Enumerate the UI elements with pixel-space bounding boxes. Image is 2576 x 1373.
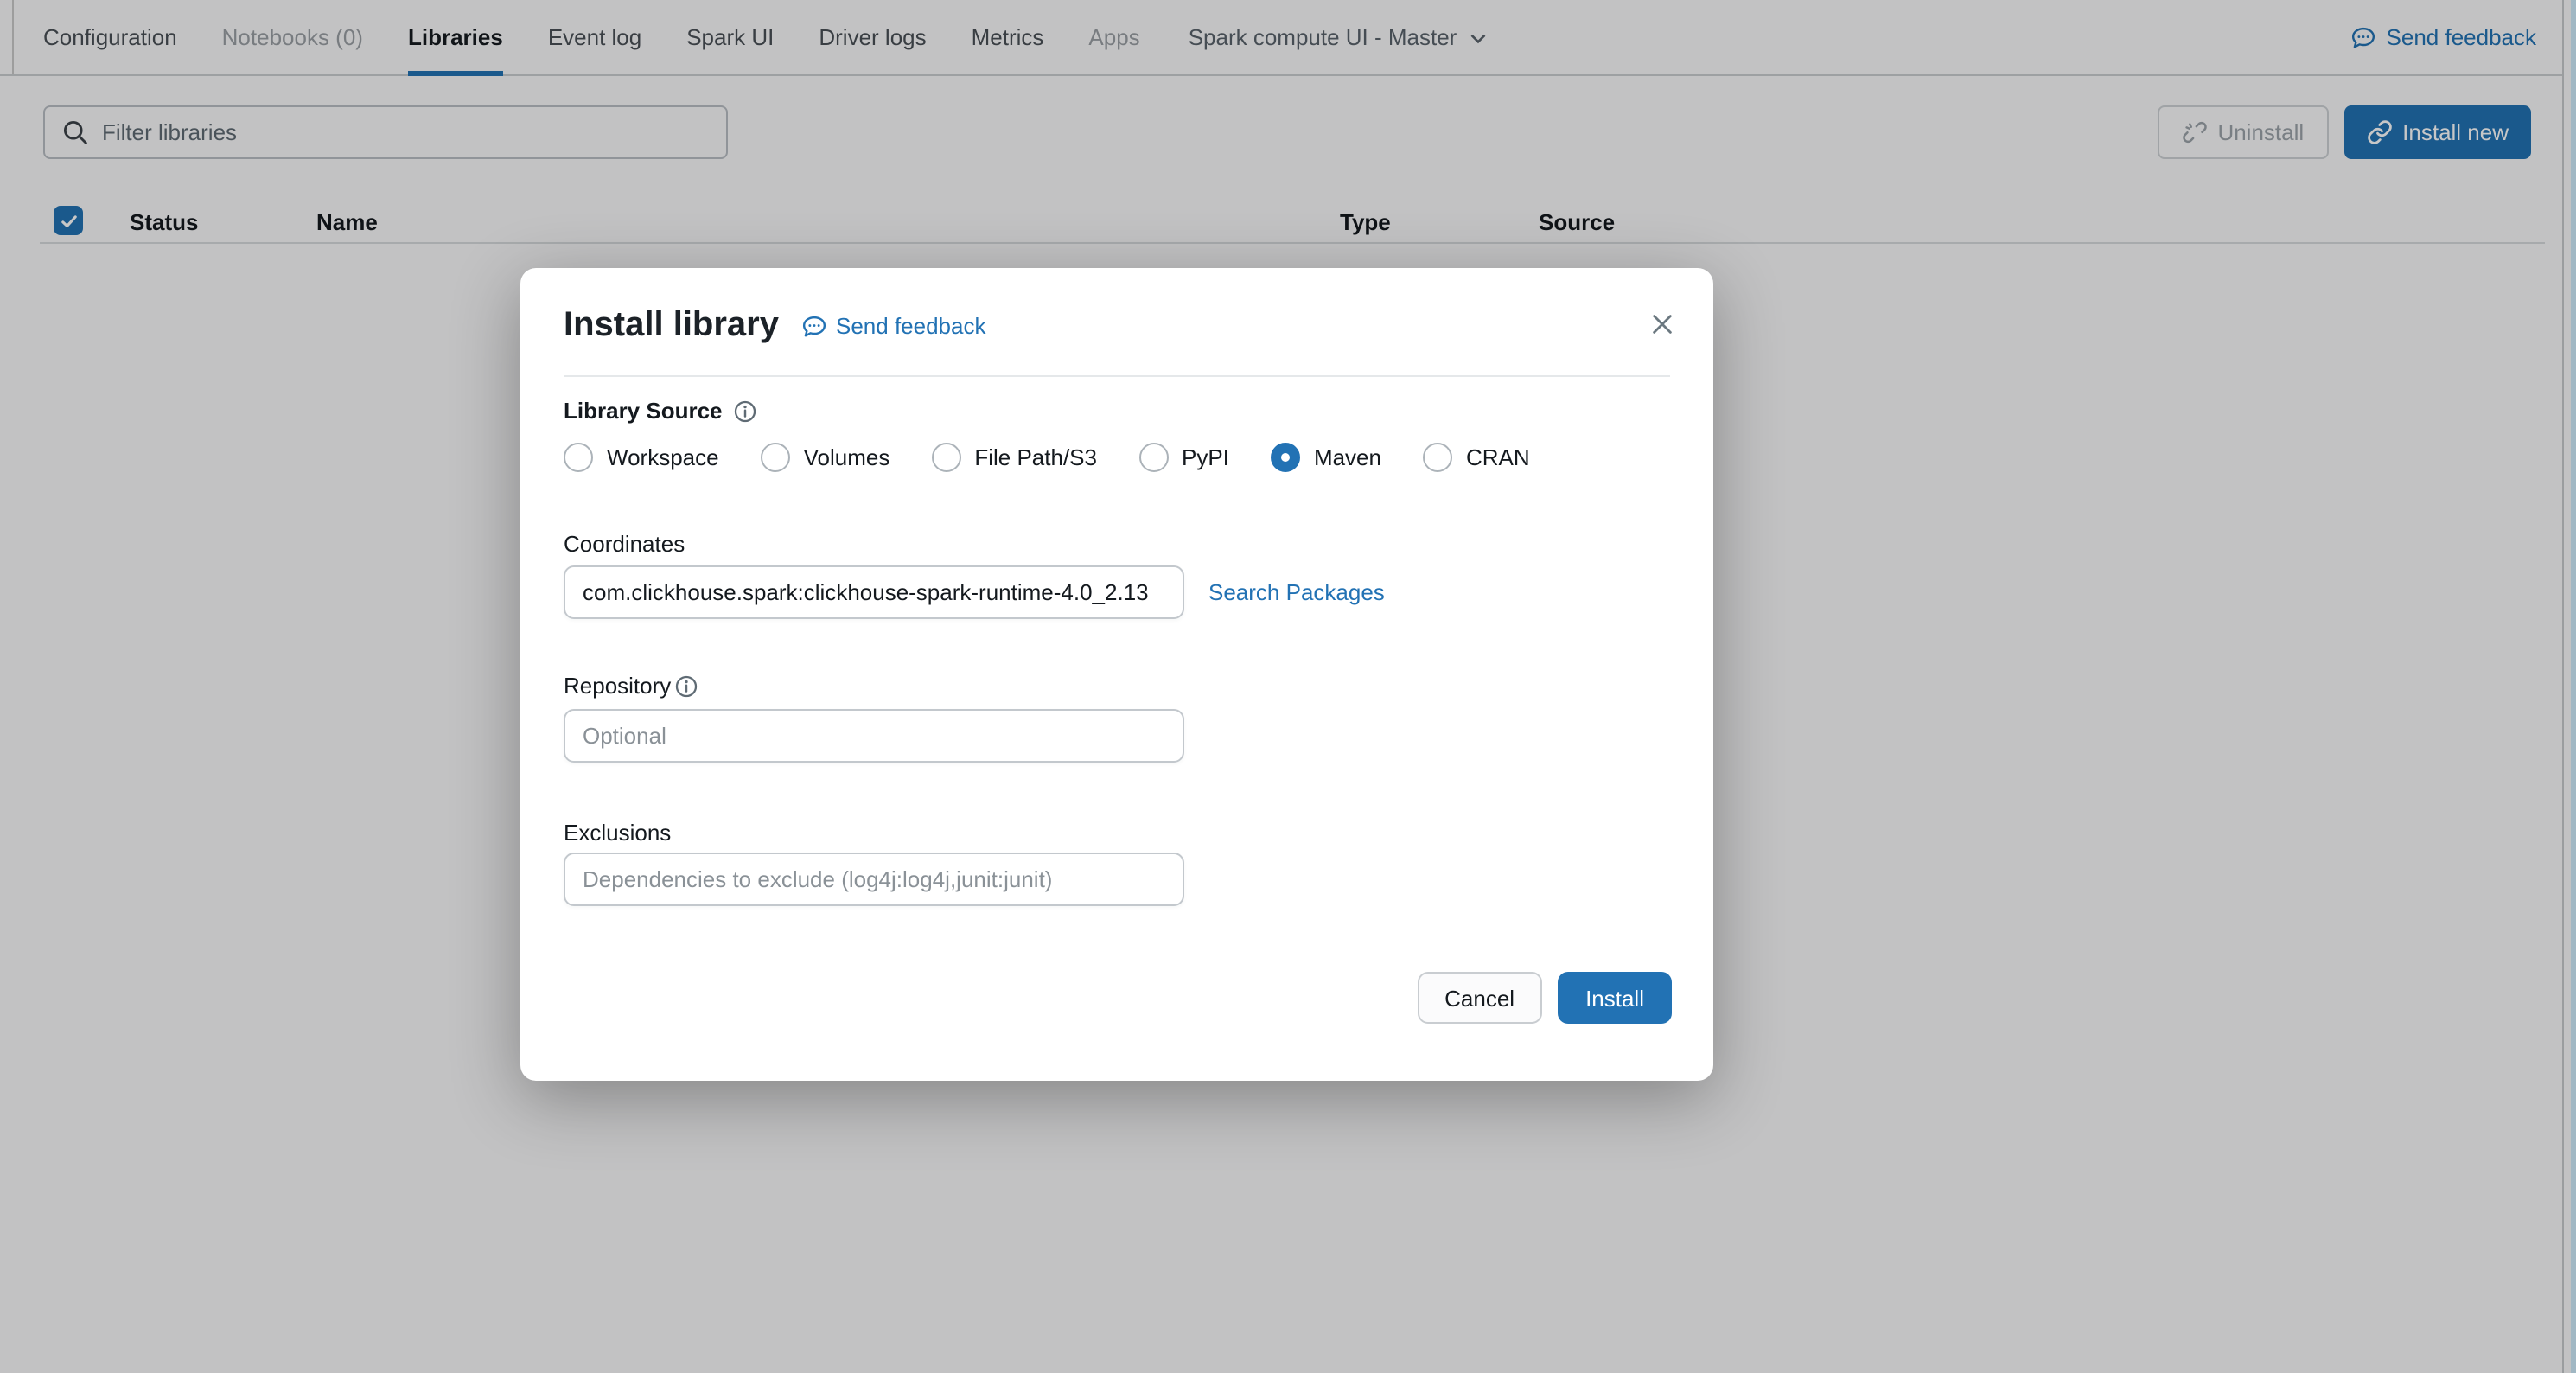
radio-volumes[interactable]: Volumes: [761, 443, 890, 472]
cancel-button[interactable]: Cancel: [1417, 972, 1542, 1024]
dialog-send-feedback-link[interactable]: Send feedback: [800, 312, 985, 340]
library-source-options: Workspace Volumes File Path/S3 PyPI Mave…: [564, 443, 1530, 472]
radio-workspace[interactable]: Workspace: [564, 443, 719, 472]
exclusions-label-row: Exclusions: [564, 820, 671, 846]
exclusions-row: [564, 853, 1184, 906]
coordinates-label: Coordinates: [564, 531, 685, 557]
radio-circle: [931, 443, 960, 472]
radio-circle: [1271, 443, 1300, 472]
library-source-label-row: Library Source: [564, 398, 757, 424]
radio-file-path-s3[interactable]: File Path/S3: [931, 443, 1097, 472]
repository-label-row: Repository: [564, 673, 698, 699]
close-button[interactable]: [1648, 310, 1677, 339]
coordinates-row: Search Packages: [564, 565, 1385, 619]
radio-circle: [1423, 443, 1452, 472]
repository-row: [564, 709, 1184, 763]
search-packages-link[interactable]: Search Packages: [1208, 579, 1385, 605]
install-library-dialog: Install library Send feedback Library So…: [520, 268, 1713, 1081]
library-source-label: Library Source: [564, 398, 723, 424]
radio-cran[interactable]: CRAN: [1423, 443, 1530, 472]
dialog-title: Install library: [564, 304, 779, 348]
install-button[interactable]: Install: [1558, 972, 1672, 1024]
radio-label: PyPI: [1182, 444, 1229, 470]
coordinates-input[interactable]: [564, 565, 1184, 619]
radio-label: File Path/S3: [974, 444, 1097, 470]
radio-label: CRAN: [1466, 444, 1530, 470]
dialog-send-feedback-label: Send feedback: [836, 313, 985, 339]
close-icon: [1649, 311, 1675, 337]
repository-input[interactable]: [564, 709, 1184, 763]
dialog-header-divider: [564, 375, 1670, 377]
dialog-footer: Cancel Install: [1417, 972, 1672, 1024]
repository-label: Repository: [564, 673, 671, 699]
info-icon[interactable]: [674, 674, 698, 698]
info-icon[interactable]: [733, 399, 757, 423]
exclusions-label: Exclusions: [564, 820, 671, 846]
radio-maven[interactable]: Maven: [1271, 443, 1381, 472]
radio-circle: [761, 443, 790, 472]
radio-label: Maven: [1314, 444, 1381, 470]
page: Configuration Notebooks (0) Libraries Ev…: [0, 0, 2576, 1373]
dialog-header: Install library Send feedback: [564, 304, 985, 348]
radio-label: Volumes: [804, 444, 890, 470]
radio-label: Workspace: [607, 444, 719, 470]
radio-circle: [1138, 443, 1168, 472]
coordinates-label-row: Coordinates: [564, 531, 685, 557]
exclusions-input[interactable]: [564, 853, 1184, 906]
radio-circle: [564, 443, 593, 472]
speech-bubble-icon: [800, 312, 827, 340]
radio-pypi[interactable]: PyPI: [1138, 443, 1229, 472]
